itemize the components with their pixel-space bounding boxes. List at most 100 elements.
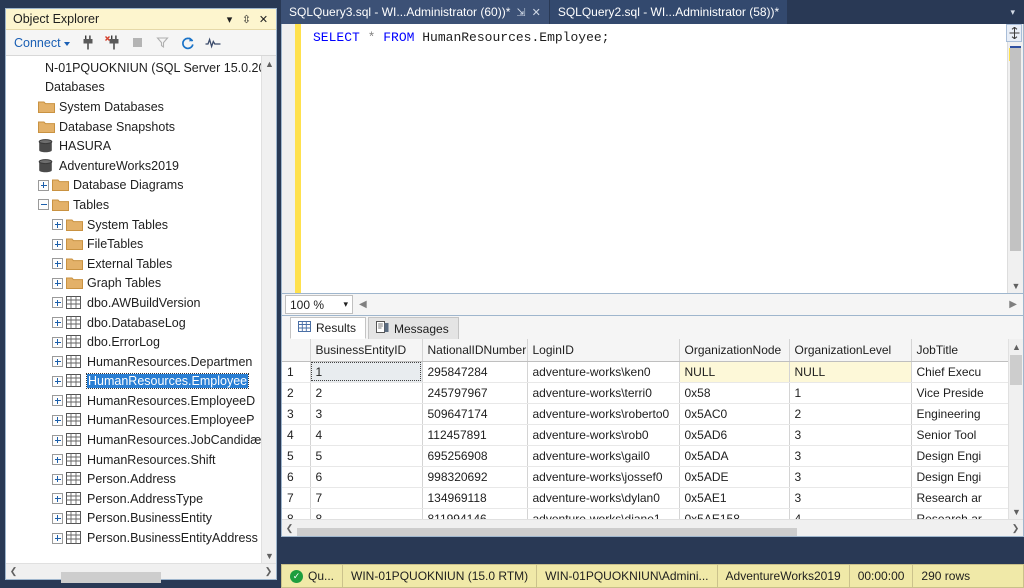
table-cell[interactable]: 695256908 <box>422 445 527 466</box>
tree-expander-icon[interactable] <box>52 337 63 348</box>
grid-corner-cell[interactable] <box>282 339 310 361</box>
tree-item[interactable]: Database Diagrams <box>6 176 276 196</box>
tree-item[interactable]: HASURA <box>6 136 276 156</box>
tree-expander-icon[interactable] <box>38 199 49 210</box>
tree-item[interactable]: dbo.ErrorLog <box>6 332 276 352</box>
table-cell[interactable]: Engineering <box>911 403 1008 424</box>
row-header-cell[interactable]: 7 <box>282 487 310 508</box>
tree-item[interactable]: AdventureWorks2019 <box>6 156 276 176</box>
row-header-cell[interactable]: 3 <box>282 403 310 424</box>
tree-item-selected[interactable]: HumanResources.Employee <box>6 372 276 392</box>
column-header[interactable]: NationalIDNumber <box>422 339 527 361</box>
panel-dropdown-icon[interactable]: ▾ <box>221 11 238 28</box>
table-cell[interactable]: 0x5AE1 <box>679 487 789 508</box>
row-header-cell[interactable]: 2 <box>282 382 310 403</box>
tree-vertical-scrollbar[interactable]: ▲ ▼ <box>261 56 276 563</box>
table-cell[interactable]: 3 <box>310 403 422 424</box>
tree-expander-icon[interactable] <box>52 376 63 387</box>
tree-item[interactable]: HumanResources.EmployeeP <box>6 411 276 431</box>
table-row[interactable]: 77134969118adventure-works\dylan00x5AE13… <box>282 487 1008 508</box>
row-header-cell[interactable]: 4 <box>282 424 310 445</box>
panel-pin-icon[interactable]: ⇳ <box>238 11 255 28</box>
tree-item[interactable]: HumanResources.Departmen <box>6 352 276 372</box>
tree-expander-icon[interactable] <box>52 454 63 465</box>
tree-expander-icon[interactable] <box>52 513 63 524</box>
hscroll-thumb[interactable] <box>61 572 161 583</box>
zoom-level-select[interactable]: 100 % ▾ <box>285 295 353 314</box>
tab-messages[interactable]: Messages <box>368 317 459 339</box>
grid-scroll-thumb[interactable] <box>1010 355 1022 385</box>
grid-hscroll-thumb[interactable] <box>297 528 797 537</box>
table-cell[interactable]: adventure-works\terri0 <box>527 382 679 403</box>
column-header[interactable]: JobTitle <box>911 339 1008 361</box>
object-explorer-tree[interactable]: N-01PQUOKNIUN (SQL Server 15.0.2000.5Dat… <box>6 56 276 563</box>
tab-sqlquery3[interactable]: SQLQuery3.sql - WI...Administrator (60))… <box>281 0 550 24</box>
tree-item[interactable]: HumanResources.JobCandidæ <box>6 430 276 450</box>
scroll-left-arrow[interactable]: ❮ <box>6 564 21 579</box>
editor-text-area[interactable]: SELECT * FROM HumanResources.Employee; <box>301 24 1023 293</box>
grid-scroll-right-arrow[interactable]: ❯ <box>1008 521 1023 536</box>
grid-vertical-scrollbar[interactable]: ▲ ▼ <box>1008 339 1023 519</box>
tree-horizontal-scrollbar[interactable]: ❮ ❯ <box>6 563 276 579</box>
tree-item[interactable]: System Tables <box>6 215 276 235</box>
tab-sqlquery2[interactable]: SQLQuery2.sql - WI...Administrator (58))… <box>550 0 788 24</box>
table-row[interactable]: 11295847284adventure-works\ken0NULLNULLC… <box>282 361 1008 382</box>
table-cell[interactable]: 7 <box>310 487 422 508</box>
table-row[interactable]: 66998320692adventure-works\jossef00x5ADE… <box>282 466 1008 487</box>
tree-expander-icon[interactable] <box>52 258 63 269</box>
tab-results[interactable]: Results <box>290 317 366 339</box>
hscroll-right-arrow[interactable]: ▶ <box>1009 299 1017 310</box>
scroll-up-arrow[interactable]: ▲ <box>262 56 276 71</box>
table-cell[interactable]: Design Engi <box>911 466 1008 487</box>
connect-button[interactable]: Connect <box>10 34 74 52</box>
column-header[interactable]: BusinessEntityID <box>310 339 422 361</box>
tree-expander-icon[interactable] <box>52 435 63 446</box>
tree-expander-icon[interactable] <box>52 278 63 289</box>
tree-item[interactable]: System Databases <box>6 97 276 117</box>
table-cell[interactable]: 0x5ADE <box>679 466 789 487</box>
table-cell[interactable]: adventure-works\rob0 <box>527 424 679 445</box>
scroll-down-arrow[interactable]: ▼ <box>262 548 276 563</box>
column-header[interactable]: OrganizationLevel <box>789 339 911 361</box>
table-cell[interactable]: Chief Execu <box>911 361 1008 382</box>
table-cell[interactable]: Research ar <box>911 487 1008 508</box>
table-row[interactable]: 33509647174adventure-works\roberto00x5AC… <box>282 403 1008 424</box>
editor-vertical-scrollbar[interactable]: ▲ ▼ <box>1007 24 1023 293</box>
table-cell-null[interactable]: NULL <box>679 361 789 382</box>
filter-icon[interactable] <box>152 33 174 53</box>
table-cell-null[interactable]: NULL <box>789 361 911 382</box>
tree-item[interactable]: dbo.DatabaseLog <box>6 313 276 333</box>
column-header[interactable]: OrganizationNode <box>679 339 789 361</box>
editor-scroll-thumb[interactable] <box>1010 46 1021 251</box>
tab-pin-icon[interactable]: ⇲ <box>516 6 525 19</box>
table-cell[interactable]: 3 <box>789 445 911 466</box>
tree-item[interactable]: FileTables <box>6 234 276 254</box>
refresh-icon[interactable] <box>177 33 199 53</box>
tree-item[interactable]: dbo.AWBuildVersion <box>6 293 276 313</box>
tree-item[interactable]: Person.AddressType <box>6 489 276 509</box>
tree-expander-icon[interactable] <box>52 415 63 426</box>
editor-scroll-down-arrow[interactable]: ▼ <box>1008 278 1024 293</box>
row-header-cell[interactable]: 1 <box>282 361 310 382</box>
tab-close-icon[interactable]: ✕ <box>532 6 541 19</box>
tree-expander-icon[interactable] <box>52 493 63 504</box>
table-cell[interactable]: 3 <box>789 487 911 508</box>
table-cell[interactable]: 0x5AC0 <box>679 403 789 424</box>
sql-code-editor[interactable]: SELECT * FROM HumanResources.Employee; ▲… <box>281 24 1024 294</box>
tabstrip-overflow-icon[interactable]: ▾ <box>1001 0 1024 24</box>
table-cell[interactable]: Senior Tool <box>911 424 1008 445</box>
hscroll-left-arrow[interactable]: ◀ <box>359 299 367 310</box>
activity-monitor-icon[interactable] <box>202 33 224 53</box>
table-cell[interactable]: 3 <box>789 424 911 445</box>
tree-expander-icon[interactable] <box>52 239 63 250</box>
grid-scroll-down-arrow[interactable]: ▼ <box>1009 504 1024 519</box>
table-cell[interactable]: 0x5ADA <box>679 445 789 466</box>
table-cell[interactable]: 1 <box>310 361 422 382</box>
tree-expander-icon[interactable] <box>52 317 63 328</box>
table-cell[interactable]: 1 <box>789 382 911 403</box>
grid-horizontal-scrollbar[interactable]: ❮ ❯ <box>282 519 1023 536</box>
tree-item[interactable]: Person.BusinessEntity <box>6 509 276 529</box>
tree-item[interactable]: HumanResources.Shift <box>6 450 276 470</box>
column-header[interactable]: LoginID <box>527 339 679 361</box>
tree-item[interactable]: Person.Address <box>6 469 276 489</box>
